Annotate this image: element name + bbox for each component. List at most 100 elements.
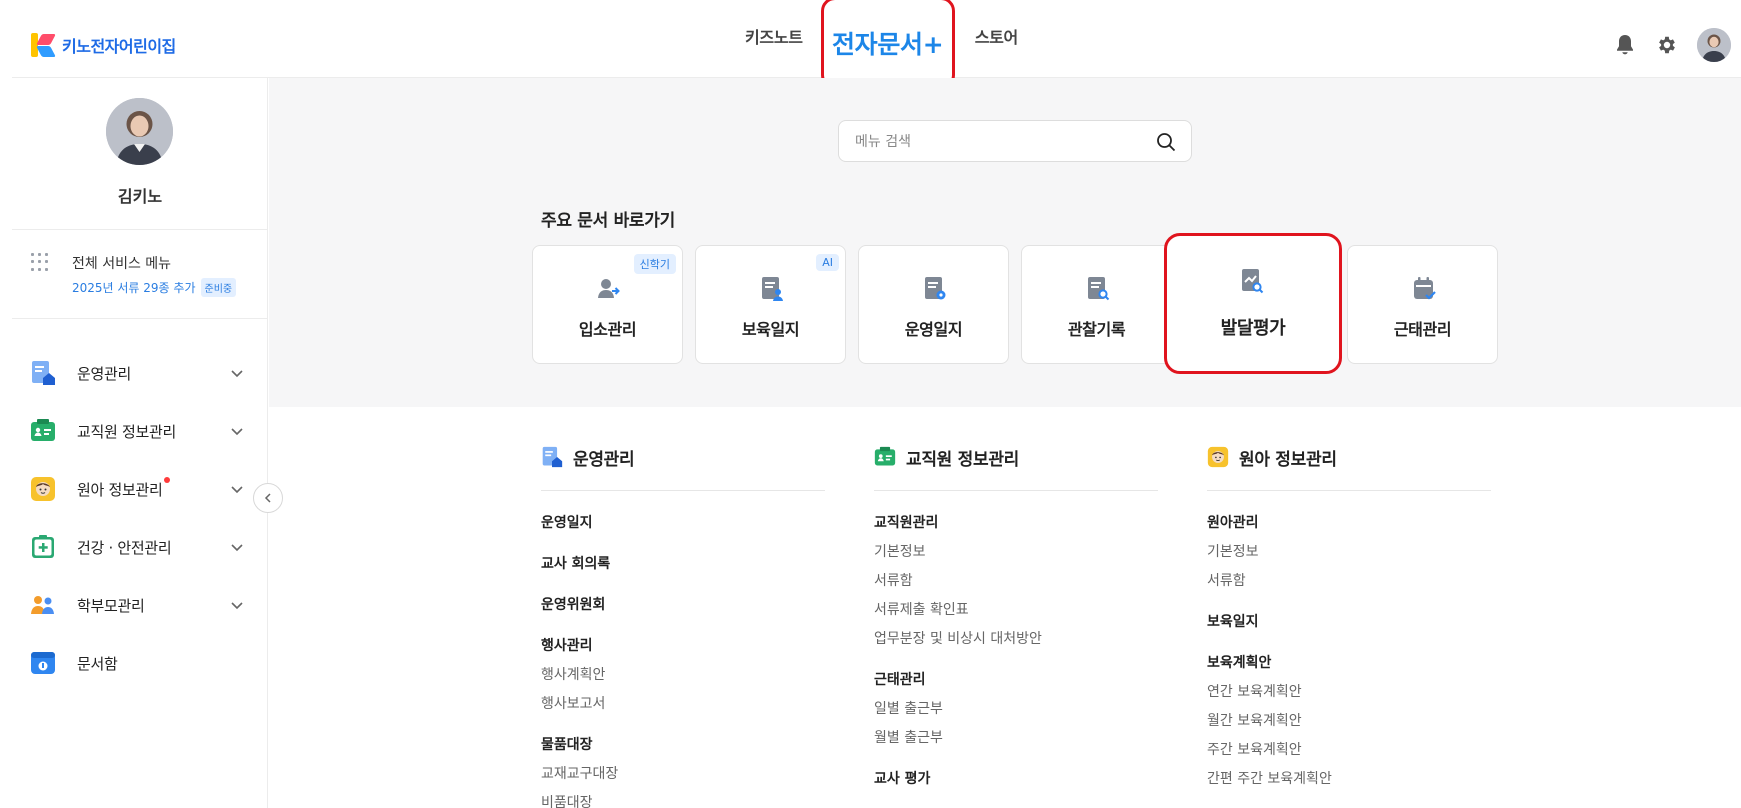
kino-logo-icon <box>31 33 56 57</box>
operation-log-icon <box>925 277 946 300</box>
top-nav: 키즈노트 전자문서+ 스토어 <box>745 0 1019 89</box>
health-icon <box>30 534 56 560</box>
group-item[interactable]: 월별 출근부 <box>874 729 1158 758</box>
group-title[interactable]: 근태관리 <box>874 671 1158 700</box>
sidebar: 김키노 전체 서비스 메뉴 2025년 서류 29종 추가 준비중 운영관리 교… <box>12 78 268 808</box>
app: 키노전자어린이집 키즈노트 전자문서+ 스토어 김키노 전체 서비스 메뉴 20… <box>0 0 1741 808</box>
section-body: 운영일지 교사 회의록 운영위원회 행사관리 행사계획안 행사보고서 물품대장 … <box>541 514 825 808</box>
group-item[interactable]: 서류제출 확인표 <box>874 601 1158 630</box>
group-title[interactable]: 보육일지 <box>1207 613 1491 642</box>
shortcut-card-admission[interactable]: 신학기 입소관리 <box>532 245 683 364</box>
sidebar-label: 문서함 <box>77 654 118 673</box>
chevron-down-icon[interactable] <box>230 482 244 496</box>
gear-icon[interactable] <box>1655 33 1679 57</box>
all-service-menu[interactable]: 전체 서비스 메뉴 2025년 서류 29종 추가 준비중 <box>12 231 268 319</box>
header-actions <box>1613 28 1731 62</box>
all-menu-subtitle: 2025년 서류 29종 추가 준비중 <box>72 278 237 297</box>
group-item[interactable]: 주간 보육계획안 <box>1207 741 1491 770</box>
chevron-down-icon[interactable] <box>230 366 244 380</box>
chevron-down-icon[interactable] <box>230 540 244 554</box>
group-item[interactable]: 서류함 <box>874 572 1158 601</box>
nav-edoc-highlight[interactable]: 전자문서+ <box>820 0 955 89</box>
group-title[interactable]: 교직원관리 <box>874 514 1158 543</box>
section-operation: 운영관리 운영일지 교사 회의록 운영위원회 행사관리 행사계획안 행사보고서 … <box>541 444 825 808</box>
section-divider <box>874 490 1158 491</box>
top-header: 키노전자어린이집 키즈노트 전자문서+ 스토어 <box>12 0 1741 89</box>
document-box-icon <box>30 650 56 676</box>
group-title[interactable]: 교사 평가 <box>874 770 1158 799</box>
sidebar-collapse-button[interactable] <box>253 483 283 513</box>
chevron-down-icon[interactable] <box>230 598 244 612</box>
sidebar-item-staff[interactable]: 교직원 정보관리 <box>12 402 268 460</box>
group-title[interactable]: 보육계획안 <box>1207 654 1491 683</box>
sidebar-label-text: 원아 정보관리 <box>77 480 163 499</box>
notification-dot <box>164 476 171 483</box>
nav-edoc[interactable]: 전자문서+ <box>832 25 944 61</box>
shortcut-card-development[interactable]: 발달평가 <box>1164 233 1342 374</box>
profile: 김키노 <box>12 78 268 230</box>
sidebar-label: 원아 정보관리 <box>77 476 171 500</box>
group-title[interactable]: 원아관리 <box>1207 514 1491 543</box>
section-title: 운영관리 <box>573 449 635 470</box>
profile-avatar <box>106 98 173 165</box>
sidebar-item-operation[interactable]: 운영관리 <box>12 344 268 402</box>
grid-icon <box>31 253 49 271</box>
shortcut-card-observation[interactable]: 관찰기록 <box>1021 245 1172 364</box>
staff-icon <box>30 418 56 444</box>
sidebar-label: 교직원 정보관리 <box>77 422 176 441</box>
card-label: 보육일지 <box>741 320 800 339</box>
shortcut-card-attendance[interactable]: 근태관리 <box>1347 245 1498 364</box>
menu-search <box>838 120 1192 162</box>
operation-icon <box>542 446 563 468</box>
section-title: 원아 정보관리 <box>1239 449 1337 470</box>
group-item[interactable]: 일별 출근부 <box>874 700 1158 729</box>
card-badge: AI <box>816 254 839 271</box>
section-divider <box>1207 490 1491 491</box>
staff-icon <box>874 446 896 466</box>
nav-kidsnote[interactable]: 키즈노트 <box>745 24 803 48</box>
section-body: 교직원관리 기본정보 서류함 서류제출 확인표 업무분장 및 비상시 대처방안 … <box>874 514 1158 799</box>
chevron-down-icon[interactable] <box>230 424 244 438</box>
shortcut-card-operation-log[interactable]: 운영일지 <box>858 245 1009 364</box>
group-item[interactable]: 서류함 <box>1207 572 1491 601</box>
search-icon[interactable] <box>1155 131 1177 153</box>
sidebar-item-parents[interactable]: 학부모관리 <box>12 576 268 634</box>
group-title[interactable]: 행사관리 <box>541 637 825 666</box>
group-item[interactable]: 연간 보육계획안 <box>1207 683 1491 712</box>
shortcuts-title: 주요 문서 바로가기 <box>541 211 675 231</box>
group-item[interactable]: 비품대장 <box>541 794 825 808</box>
chevron-left-icon <box>264 493 271 503</box>
brand-name: 키노전자어린이집 <box>62 37 176 56</box>
group-title[interactable]: 운영일지 <box>541 514 825 543</box>
section-header: 교직원 정보관리 <box>874 444 1158 470</box>
sidebar-item-child[interactable]: 원아 정보관리 <box>12 460 268 518</box>
shortcut-card-childcare-log[interactable]: AI 보육일지 <box>695 245 846 364</box>
group-item[interactable]: 행사보고서 <box>541 695 825 724</box>
user-avatar[interactable] <box>1697 28 1731 62</box>
development-icon <box>1242 269 1264 294</box>
group-item[interactable]: 기본정보 <box>874 543 1158 572</box>
bell-icon[interactable] <box>1613 33 1637 57</box>
group-title[interactable]: 물품대장 <box>541 736 825 765</box>
group-title[interactable]: 운영위원회 <box>541 596 825 625</box>
group-item[interactable]: 업무분장 및 비상시 대처방안 <box>874 630 1158 659</box>
operation-icon <box>30 360 56 386</box>
section-body: 원아관리 기본정보 서류함 보육일지 보육계획안 연간 보육계획안 월간 보육계… <box>1207 514 1491 799</box>
nav-store[interactable]: 스토어 <box>975 24 1019 48</box>
section-child: 원아 정보관리 원아관리 기본정보 서류함 보육일지 보육계획안 연간 보육계획… <box>1207 444 1491 787</box>
parents-icon <box>30 592 56 618</box>
brand[interactable]: 키노전자어린이집 <box>31 33 176 57</box>
group-item[interactable]: 월간 보육계획안 <box>1207 712 1491 741</box>
card-label: 운영일지 <box>904 320 963 339</box>
group-item[interactable]: 행사계획안 <box>541 666 825 695</box>
group-title[interactable]: 교사 회의록 <box>541 555 825 584</box>
group-item[interactable]: 간편 주간 보육계획안 <box>1207 770 1491 799</box>
search-input[interactable] <box>855 131 1135 153</box>
sidebar-item-health[interactable]: 건강 · 안전관리 <box>12 518 268 576</box>
sidebar-item-document-box[interactable]: 문서함 <box>12 634 268 692</box>
group-item[interactable]: 교재교구대장 <box>541 765 825 794</box>
sidebar-label: 건강 · 안전관리 <box>77 538 172 557</box>
group-item[interactable]: 기본정보 <box>1207 543 1491 572</box>
sidebar-label: 운영관리 <box>77 364 132 383</box>
all-menu-title: 전체 서비스 메뉴 <box>72 256 172 272</box>
